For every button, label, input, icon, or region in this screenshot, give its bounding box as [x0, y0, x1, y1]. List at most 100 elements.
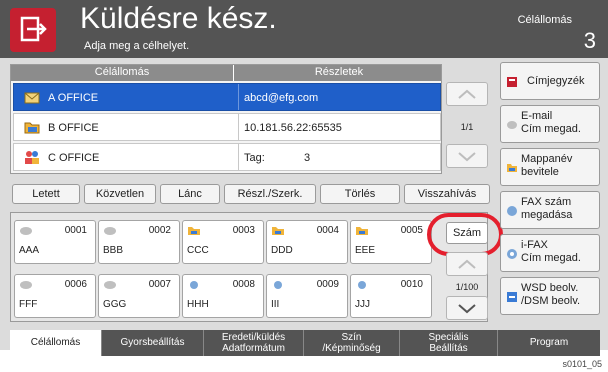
- bottom-tab-color-quality[interactable]: Szín /Képminőség: [304, 330, 400, 356]
- wsd-scan-button[interactable]: WSD beolv. /DSM beolv.: [500, 277, 600, 315]
- quick-dial-button[interactable]: 0010 JJJ: [350, 274, 432, 318]
- fax-icon: [190, 281, 198, 289]
- address-book-button[interactable]: Címjegyzék: [500, 62, 600, 100]
- quick-dial-name: GGG: [103, 299, 127, 310]
- quick-dial-button[interactable]: 0009 III: [266, 274, 348, 318]
- tab-letett[interactable]: Letett: [12, 184, 80, 204]
- quick-dial-number: 0007: [148, 279, 171, 290]
- send-icon: [10, 8, 56, 52]
- email-icon: [104, 227, 116, 235]
- destination-row[interactable]: C OFFICE Tag: 3: [13, 143, 441, 171]
- destination-detail-count: 3: [304, 152, 311, 164]
- address-book-icon: [507, 77, 517, 87]
- column-header-destination: Célállomás: [94, 66, 150, 78]
- header-bar: Küldésre kész. Adja meg a célhelyet. Cél…: [0, 0, 608, 58]
- quick-dial-name: HHH: [187, 299, 209, 310]
- group-icon: [25, 151, 39, 164]
- quick-dial-name: III: [271, 299, 280, 310]
- ifax-entry-button[interactable]: i-FAX Cím megad.: [500, 234, 600, 272]
- destination-count-label: Célállomás: [517, 14, 572, 26]
- destination-scroll-controls: 1/1: [446, 82, 491, 172]
- quick-dial-number: 0003: [232, 225, 255, 236]
- address-book-label: Címjegyzék: [527, 75, 585, 87]
- tab-visszahivas[interactable]: Visszahívás: [404, 184, 490, 204]
- bottom-tab-label-2: /Képminőség: [322, 343, 381, 354]
- fax-entry-button[interactable]: FAX szám megadása: [500, 191, 600, 229]
- email-icon: [104, 281, 116, 289]
- quick-dial-number: 0001: [64, 225, 87, 236]
- bottom-tab-quick-setup[interactable]: Gyorsbeállítás: [102, 330, 204, 356]
- fax-icon: [358, 281, 366, 289]
- tab-reszl-szerk[interactable]: Részl./Szerk.: [224, 184, 316, 204]
- chevron-down-icon: [458, 152, 476, 162]
- quick-dial-number: 0005: [400, 225, 423, 236]
- quick-dial-number: 0008: [232, 279, 255, 290]
- quick-dial-button[interactable]: 0003 CCC: [182, 220, 264, 264]
- row-divider: [238, 84, 239, 110]
- quick-dial-page-indicator: 1/100: [455, 282, 479, 292]
- quick-dial-button[interactable]: 0002 BBB: [98, 220, 180, 264]
- email-icon: [20, 281, 32, 289]
- email-entry-label-2: Cím megad.: [521, 123, 581, 135]
- email-entry-label-1: E-mail: [521, 110, 553, 122]
- email-entry-button[interactable]: E-mail Cím megad.: [500, 105, 600, 143]
- quick-dial-button[interactable]: 0005 EEE: [350, 220, 432, 264]
- fax-icon: [274, 281, 282, 289]
- ifax-icon: [507, 249, 517, 259]
- bottom-tab-label: Program: [529, 337, 569, 348]
- wsd-scan-label-1: WSD beolv.: [521, 282, 579, 294]
- quick-dial-button[interactable]: 0001 AAA: [14, 220, 96, 264]
- bottom-tab-original-format[interactable]: Eredeti/küldés Adatformátum: [204, 330, 304, 356]
- fax-entry-label-2: megadása: [521, 209, 573, 221]
- bottom-tab-program[interactable]: Program: [498, 330, 600, 356]
- destination-list: Célállomás Részletek A OFFICE abcd@efg.c…: [10, 64, 442, 174]
- folder-icon: [188, 227, 200, 235]
- folder-entry-button[interactable]: Mappanév bevitele: [500, 148, 600, 186]
- quick-dial-name: CCC: [187, 245, 209, 256]
- bottom-tab-label-1: Speciális: [428, 332, 469, 343]
- quick-dial-number: 0006: [64, 279, 87, 290]
- scroll-down-button[interactable]: [446, 144, 488, 168]
- bottom-tab-destination[interactable]: Célállomás: [10, 330, 102, 356]
- highlight-circle: [427, 213, 503, 256]
- quick-dial-button[interactable]: 0007 GGG: [98, 274, 180, 318]
- chevron-up-icon: [458, 259, 476, 269]
- page-title: Küldésre kész.: [80, 2, 277, 35]
- column-divider: [233, 65, 234, 81]
- folder-icon: [507, 164, 517, 172]
- destination-row[interactable]: A OFFICE abcd@efg.com: [13, 83, 441, 111]
- destination-detail: 10.181.56.22:65535: [244, 122, 342, 134]
- quick-dial-scroll-down-button[interactable]: [446, 296, 488, 320]
- email-icon: [507, 121, 517, 129]
- tab-kozvetlen[interactable]: Közvetlen: [84, 184, 156, 204]
- quick-dial-number: 0004: [316, 225, 339, 236]
- quick-dial-scroll-up-button[interactable]: [446, 252, 488, 276]
- destination-name: A OFFICE: [48, 92, 99, 104]
- tab-lanc[interactable]: Lánc: [160, 184, 220, 204]
- quick-dial-button[interactable]: 0006 FFF: [14, 274, 96, 318]
- fax-icon: [507, 206, 517, 216]
- wsd-scan-label-2: /DSM beolv.: [521, 295, 581, 307]
- email-icon: [20, 227, 32, 235]
- quick-dial-button[interactable]: 0004 DDD: [266, 220, 348, 264]
- destination-detail: Tag:: [244, 152, 265, 164]
- quick-dial-name: JJJ: [355, 299, 370, 310]
- column-header-details: Részletek: [314, 66, 364, 78]
- quick-dial-name: DDD: [271, 245, 293, 256]
- bottom-tab-label: Gyorsbeállítás: [120, 337, 185, 348]
- quick-dial-name: FFF: [19, 299, 38, 310]
- quick-dial-name: BBB: [103, 245, 124, 256]
- bottom-tab-advanced-setup[interactable]: Speciális Beállítás: [400, 330, 498, 356]
- page-subtitle: Adja meg a célhelyet.: [84, 40, 190, 52]
- scroll-up-button[interactable]: [446, 82, 488, 106]
- figure-id: s0101_05: [562, 359, 602, 369]
- chevron-up-icon: [458, 89, 476, 99]
- destination-row[interactable]: B OFFICE 10.181.56.22:65535: [13, 113, 441, 141]
- tab-torles[interactable]: Törlés: [320, 184, 400, 204]
- destination-page-indicator: 1/1: [460, 122, 474, 132]
- folder-icon: [24, 122, 40, 134]
- ifax-entry-label-2: Cím megad.: [521, 252, 581, 264]
- quick-dial-button[interactable]: 0008 HHH: [182, 274, 264, 318]
- quick-dial-number: 0002: [148, 225, 171, 236]
- chevron-down-icon: [458, 304, 476, 314]
